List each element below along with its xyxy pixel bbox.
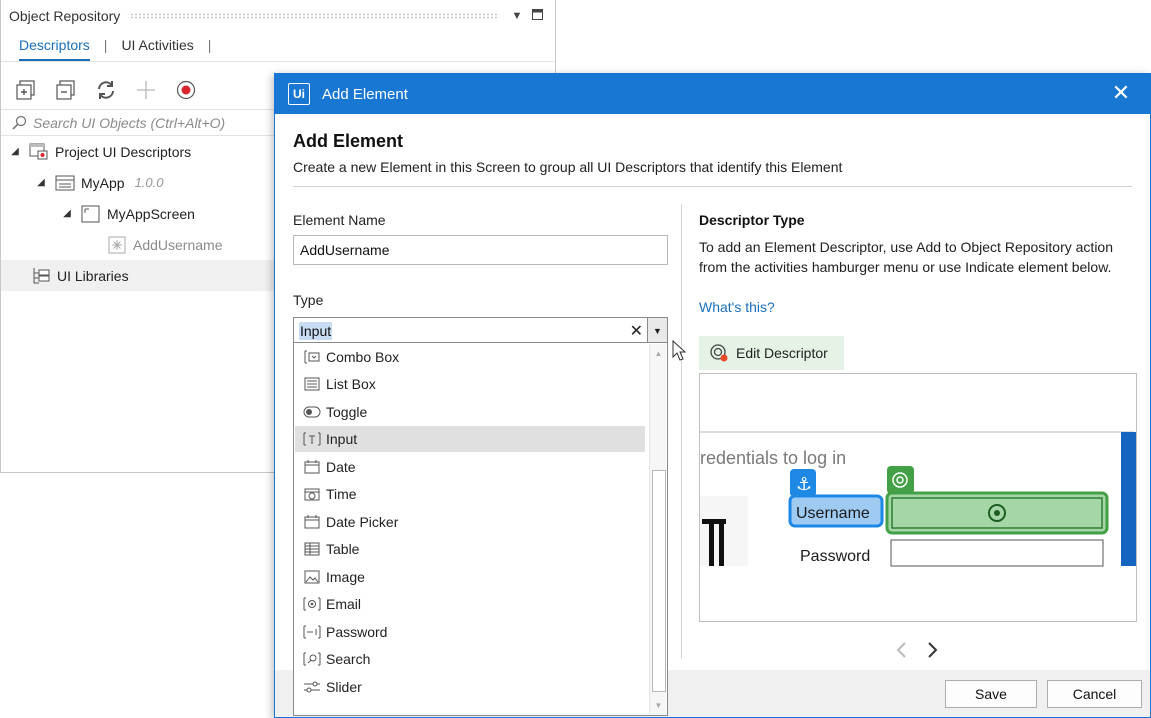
combo-box-icon (303, 350, 321, 364)
type-combobox[interactable]: Input ✕ ▼ (293, 317, 668, 344)
descriptor-type-title: Descriptor Type (699, 212, 805, 228)
descriptor-type-text: To add an Element Descriptor, use Add to… (699, 239, 1114, 275)
email-icon (303, 597, 321, 611)
tree-label-libraries: UI Libraries (57, 267, 129, 284)
input-icon (303, 432, 321, 446)
drag-grip[interactable] (130, 13, 497, 19)
record-icon[interactable] (173, 77, 199, 103)
tab-separator: | (103, 37, 108, 53)
type-label: Type (293, 292, 324, 308)
app-version: 1.0.0 (134, 175, 164, 190)
divider (293, 186, 1132, 187)
password-icon (303, 625, 321, 639)
dialog-description: Create a new Element in this Screen to g… (293, 159, 843, 175)
expand-arrow-icon[interactable]: ◢ (9, 146, 21, 157)
expand-all-icon[interactable] (13, 77, 39, 103)
preview-text-fragment: redentials to log in (700, 448, 846, 468)
preview-password-label: Password (800, 548, 870, 565)
list-item[interactable]: Toggle (295, 399, 645, 425)
calendar-icon (303, 460, 321, 474)
list-item[interactable]: Date Picker (295, 509, 645, 535)
list-item[interactable]: Input (295, 426, 645, 452)
type-combobox-value[interactable]: Input (299, 321, 333, 340)
save-button[interactable]: Save (945, 680, 1037, 708)
scroll-up-icon[interactable]: ▲ (650, 345, 667, 362)
uipath-logo-icon: Ui (288, 83, 310, 105)
list-item[interactable]: Search (295, 646, 645, 672)
image-icon (303, 570, 321, 584)
tab-ui-activities[interactable]: UI Activities (121, 32, 193, 61)
maximize-icon[interactable] (527, 9, 547, 23)
previous-arrow-icon[interactable] (895, 641, 907, 664)
element-name-label: Element Name (293, 212, 386, 228)
next-arrow-icon[interactable] (927, 641, 939, 664)
expand-arrow-icon[interactable]: ◢ (61, 208, 73, 219)
list-item[interactable]: Slider (295, 674, 645, 700)
target-icon (709, 343, 729, 363)
close-icon[interactable]: ✕ (1110, 82, 1132, 105)
element-icon (107, 235, 127, 255)
list-item[interactable]: List Box (295, 371, 645, 397)
list-box-icon (303, 377, 321, 391)
search-field-icon (303, 652, 321, 666)
search-input[interactable]: Search UI Objects (Ctrl+Alt+O) (33, 115, 225, 131)
tree-label-element: AddUsername (133, 236, 223, 253)
dropdown-arrow-icon[interactable]: ▼ (647, 318, 667, 343)
type-dropdown-list: Combo Box List Box Toggle Input Date Tim… (293, 342, 668, 716)
list-item[interactable]: Date (295, 454, 645, 480)
dropdown-arrow-icon[interactable]: ▼ (507, 10, 527, 22)
element-name-input[interactable] (293, 235, 668, 265)
edit-descriptor-button[interactable]: Edit Descriptor (699, 336, 844, 370)
tab-separator: | (207, 37, 212, 53)
dialog-heading: Add Element (293, 131, 404, 151)
libraries-icon (31, 266, 51, 286)
clear-icon[interactable]: ✕ (630, 321, 643, 341)
list-item[interactable]: Combo Box (295, 344, 645, 370)
list-item[interactable]: Email (295, 591, 645, 617)
search-icon (11, 115, 27, 131)
tree-label-screen: MyAppScreen (107, 205, 195, 222)
clock-calendar-icon (303, 487, 321, 501)
scrollbar-thumb[interactable] (652, 470, 666, 692)
repo-tabs: Descriptors | UI Activities | (1, 32, 555, 62)
project-icon (29, 142, 49, 162)
list-item[interactable]: Table (295, 536, 645, 562)
calendar-icon (303, 515, 321, 529)
tree-label-project: Project UI Descriptors (55, 143, 192, 160)
anchor-icon: ⚓ (796, 474, 812, 495)
repo-titlebar: Object Repository ▼ (1, 0, 555, 32)
slider-icon (303, 680, 321, 694)
whats-this-link[interactable]: What's this? (699, 299, 775, 315)
vertical-divider (681, 204, 682, 659)
scroll-down-icon[interactable]: ▼ (650, 697, 667, 714)
screen-icon (81, 204, 101, 224)
list-item[interactable]: Time (295, 481, 645, 507)
preview-username-label: Username (796, 505, 870, 522)
edit-descriptor-label: Edit Descriptor (736, 345, 828, 361)
refresh-icon[interactable] (93, 77, 119, 103)
expand-arrow-icon[interactable]: ◢ (35, 177, 47, 188)
descriptor-preview: redentials to log in ⚓ Username Password (699, 373, 1137, 622)
dialog-window-title: Add Element (322, 85, 408, 103)
tab-descriptors[interactable]: Descriptors (19, 32, 90, 61)
application-icon (55, 173, 75, 193)
add-icon[interactable] (133, 77, 159, 103)
table-icon (303, 542, 321, 556)
dialog-titlebar: Ui Add Element (275, 74, 1150, 114)
list-item[interactable]: Password (295, 619, 645, 645)
repo-title: Object Repository (9, 8, 121, 24)
mouse-cursor-icon (672, 340, 686, 361)
target-badge (887, 466, 914, 494)
preview-screenshot: redentials to log in ⚓ Username Password (700, 431, 1136, 567)
collapse-all-icon[interactable] (53, 77, 79, 103)
list-item[interactable]: Image (295, 564, 645, 590)
dropdown-scrollbar[interactable]: ▲ ▼ (649, 344, 666, 714)
toggle-icon (303, 405, 321, 419)
tree-label-app: MyApp (81, 174, 125, 191)
cancel-button[interactable]: Cancel (1047, 680, 1142, 708)
